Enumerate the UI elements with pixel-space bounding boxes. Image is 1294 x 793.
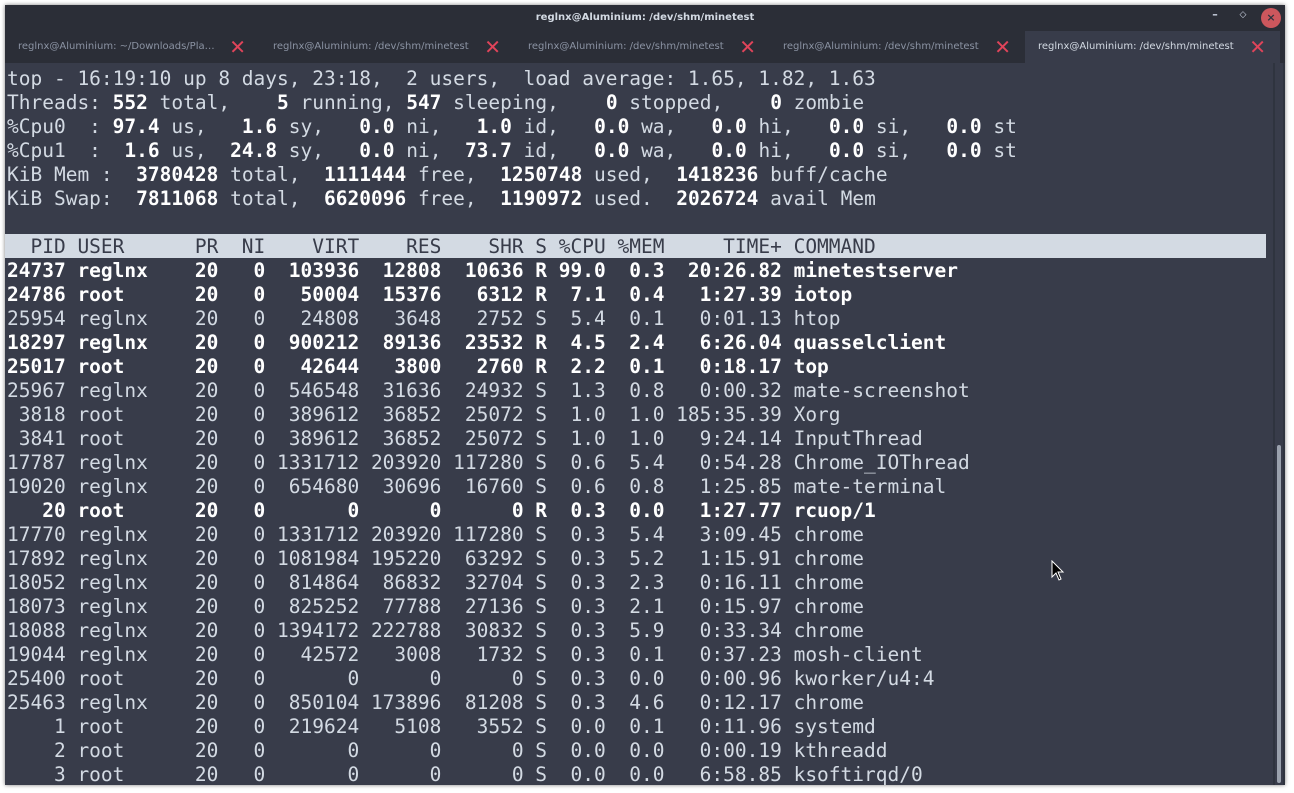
- process-row: 25954 reglnx 20 0 24808 3648 2752 S 5.4 …: [7, 307, 841, 330]
- threads-label: Threads:: [7, 91, 101, 114]
- threads-total: 552: [112, 91, 148, 114]
- cpu1-label: %Cpu1 :: [7, 139, 101, 162]
- tab-5-active[interactable]: reglnx@Aluminium: /dev/shm/minetest ✕: [1025, 31, 1280, 63]
- mem-used: 1250748: [500, 163, 583, 186]
- mem-label: KiB Mem :: [7, 163, 113, 186]
- swap-free: 6620096: [324, 187, 407, 210]
- process-row: 18088 reglnx 20 0 1394172 222788 30832 S…: [7, 619, 865, 642]
- cpu1-hi: 0.0: [711, 139, 747, 162]
- close-window-icon[interactable]: ×: [1261, 8, 1281, 28]
- cpu1-st: 0.0: [946, 139, 982, 162]
- tab-close-icon[interactable]: ✕: [1249, 31, 1266, 63]
- tab-label: reglnx@Aluminium: /dev/shm/minetest: [273, 41, 469, 52]
- mem-buff: 1418236: [676, 163, 759, 186]
- process-row: 17770 reglnx 20 0 1331712 203920 117280 …: [7, 523, 865, 546]
- scrollbar-thumb[interactable]: [1277, 445, 1281, 783]
- process-row: 20 root 20 0 0 0 0 R 0.3 0.0 1:27.77 rcu…: [7, 499, 876, 522]
- tab-3[interactable]: reglnx@Aluminium: /dev/shm/minetest ✕: [515, 31, 770, 63]
- tab-close-icon[interactable]: ✕: [229, 31, 246, 63]
- process-row: 25400 root 20 0 0 0 0 S 0.3 0.0 0:00.96 …: [7, 667, 935, 690]
- process-row: 25967 reglnx 20 0 546548 31636 24932 S 1…: [7, 379, 970, 402]
- swap-total: 7811068: [136, 187, 219, 210]
- threads-running: 5: [277, 91, 289, 114]
- threads-stopped: 0: [605, 91, 618, 114]
- cpu1-wa: 0.0: [594, 139, 630, 162]
- mem-line: KiB Mem : 3780428 total, 1111444 free, 1…: [7, 163, 888, 186]
- process-row: 18052 reglnx 20 0 814864 86832 32704 S 0…: [7, 571, 865, 594]
- process-row: 19020 reglnx 20 0 654680 30696 16760 S 0…: [7, 475, 947, 498]
- terminal-window: reglnx@Aluminium: /dev/shm/minetest – ◇ …: [5, 5, 1285, 785]
- uptime-line: top - 16:19:10 up 8 days, 23:18, 2 users…: [7, 67, 876, 90]
- cpu0-wa: 0.0: [594, 115, 630, 138]
- tab-label: reglnx@Aluminium: /dev/shm/minetest: [1038, 41, 1234, 52]
- process-row: 18297 reglnx 20 0 900212 89136 23532 R 4…: [7, 331, 947, 354]
- tab-close-icon[interactable]: ✕: [484, 31, 501, 63]
- threads-line: Threads: 552 total, 5 running, 547 sleep…: [7, 91, 865, 114]
- swap-line: KiB Swap: 7811068 total, 6620096 free, 1…: [7, 187, 876, 210]
- process-row: 17787 reglnx 20 0 1331712 203920 117280 …: [7, 451, 970, 474]
- tab-label: reglnx@Aluminium: /dev/shm/minetest: [783, 41, 979, 52]
- mouse-pointer-icon: [1051, 560, 1065, 581]
- minimize-icon[interactable]: –: [1205, 5, 1225, 25]
- process-row: 19044 reglnx 20 0 42572 3008 1732 S 0.3 …: [7, 643, 923, 666]
- process-row: 24786 root 20 0 50004 15376 6312 R 7.1 0…: [7, 283, 853, 306]
- cpu0-ni: 0.0: [359, 115, 395, 138]
- cpu0-line: %Cpu0 : 97.4 us, 1.6 sy, 0.0 ni, 1.0 id,…: [7, 115, 1017, 138]
- tab-label: reglnx@Aluminium: /dev/shm/minetest: [528, 41, 724, 52]
- process-row: 25463 reglnx 20 0 850104 173896 81208 S …: [7, 691, 865, 714]
- swap-label: KiB Swap:: [7, 187, 113, 210]
- process-row: 24737 reglnx 20 0 103936 12808 10636 R 9…: [7, 259, 958, 282]
- cpu1-id: 73.7: [464, 139, 512, 162]
- tab-close-icon[interactable]: ✕: [994, 31, 1011, 63]
- cpu1-sy: 24.8: [230, 139, 278, 162]
- cpu1-si: 0.0: [828, 139, 865, 162]
- process-row: 2 root 20 0 0 0 0 S 0.0 0.0 0:00.19 kthr…: [7, 739, 888, 762]
- cpu0-id: 1.0: [476, 115, 512, 138]
- process-row: 1 root 20 0 219624 5108 3552 S 0.0 0.1 0…: [7, 715, 876, 738]
- tab-4[interactable]: reglnx@Aluminium: /dev/shm/minetest ✕: [770, 31, 1025, 63]
- title-bar[interactable]: reglnx@Aluminium: /dev/shm/minetest – ◇ …: [5, 5, 1285, 31]
- cpu0-si: 0.0: [828, 115, 865, 138]
- process-table-header: PID USER PR NI VIRT RES SHR S %CPU %MEM …: [7, 235, 876, 258]
- cpu0-us: 97.4: [112, 115, 160, 138]
- window-title: reglnx@Aluminium: /dev/shm/minetest: [535, 12, 755, 23]
- swap-avail: 2026724: [676, 187, 759, 210]
- tab-label: reglnx@Aluminium: ~/Downloads/Player...: [18, 41, 218, 52]
- maximize-icon[interactable]: ◇: [1233, 5, 1253, 25]
- tab-2[interactable]: reglnx@Aluminium: /dev/shm/minetest ✕: [260, 31, 515, 63]
- threads-sleeping: 547: [406, 91, 442, 114]
- cpu0-hi: 0.0: [711, 115, 747, 138]
- tab-1[interactable]: reglnx@Aluminium: ~/Downloads/Player... …: [5, 31, 260, 63]
- process-row: 17892 reglnx 20 0 1081984 195220 63292 S…: [7, 547, 865, 570]
- cpu0-label: %Cpu0 :: [7, 115, 101, 138]
- vertical-scrollbar[interactable]: [1275, 63, 1283, 785]
- process-row: 3818 root 20 0 389612 36852 25072 S 1.0 …: [7, 403, 841, 426]
- cpu0-sy: 1.6: [241, 115, 278, 138]
- swap-used: 1190972: [500, 187, 583, 210]
- process-row: 3 root 20 0 0 0 0 S 0.0 0.0 6:58.85 ksof…: [7, 763, 923, 785]
- tab-bar: reglnx@Aluminium: ~/Downloads/Player... …: [5, 31, 1285, 63]
- process-row: 3841 root 20 0 389612 36852 25072 S 1.0 …: [7, 427, 923, 450]
- threads-zombie: 0: [770, 91, 782, 114]
- mem-total: 3780428: [136, 163, 219, 186]
- terminal-output[interactable]: top - 16:19:10 up 8 days, 23:18, 2 users…: [5, 63, 1273, 785]
- cpu1-ni: 0.0: [359, 139, 395, 162]
- cpu1-line: %Cpu1 : 1.6 us, 24.8 sy, 0.0 ni, 73.7 id…: [7, 139, 1017, 162]
- cpu1-us: 1.6: [124, 139, 160, 162]
- tab-close-icon[interactable]: ✕: [739, 31, 756, 63]
- cpu0-st: 0.0: [946, 115, 982, 138]
- process-row: 25017 root 20 0 42644 3800 2760 R 2.2 0.…: [7, 355, 829, 378]
- mem-free: 1111444: [324, 163, 407, 186]
- process-row: 18073 reglnx 20 0 825252 77788 27136 S 0…: [7, 595, 865, 618]
